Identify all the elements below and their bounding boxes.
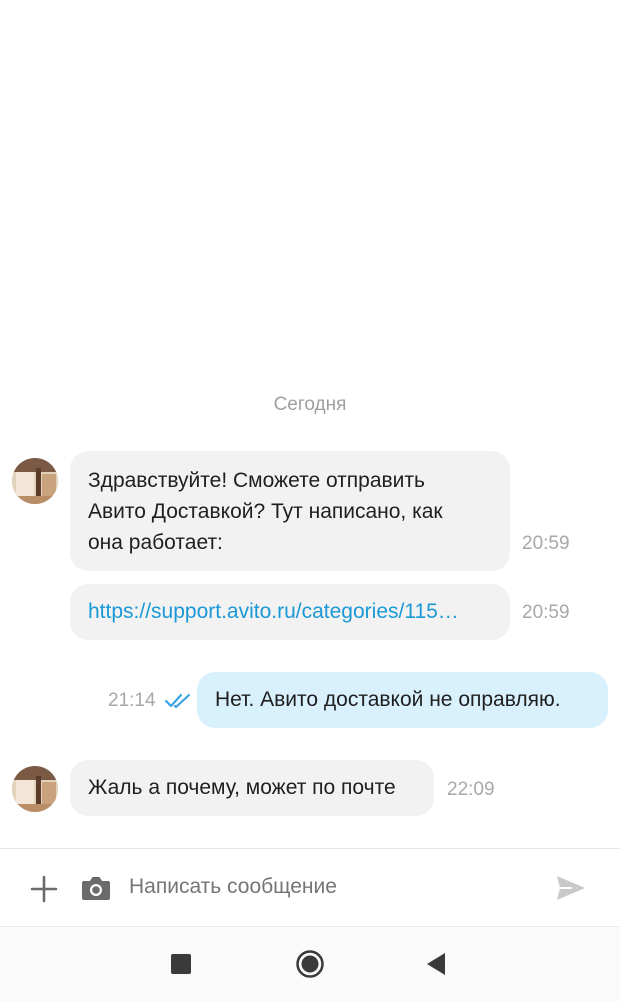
message-time: 21:14 <box>108 690 156 711</box>
message-time: 20:59 <box>522 602 570 623</box>
message-text-line: Авито Доставкой? Тут написано, как <box>88 500 443 523</box>
message-text-line: Здравствуйте! Сможете отправить <box>88 469 425 492</box>
support-link[interactable]: https://support.avito.ru/categories/115… <box>88 596 492 627</box>
back-triangle-icon[interactable] <box>426 952 446 976</box>
message-text: Нет. Авито доставкой не оправляю. <box>215 688 561 711</box>
send-icon[interactable] <box>556 875 586 901</box>
message-bubble-outgoing[interactable]: Нет. Авито доставкой не оправляю. <box>197 672 608 728</box>
system-navigation-bar <box>0 926 620 1001</box>
read-checkmarks-icon <box>164 693 191 709</box>
message-time: 22:09 <box>447 779 495 800</box>
plus-icon[interactable] <box>30 875 58 903</box>
message-bubble-incoming[interactable]: Жаль а почему, может по почте <box>70 760 434 816</box>
chat-area: Сегодня Здравствуйте! Сможете отправить … <box>0 0 620 848</box>
message-input[interactable] <box>129 875 529 899</box>
date-separator: Сегодня <box>273 394 347 415</box>
message-time: 20:59 <box>522 533 570 554</box>
message-text-line: она работает: <box>88 531 223 554</box>
message-text: Жаль а почему, может по почте <box>88 776 396 799</box>
message-bubble-incoming: https://support.avito.ru/categories/115… <box>70 584 510 640</box>
avatar[interactable] <box>12 458 58 504</box>
camera-icon[interactable] <box>81 875 111 901</box>
home-circle-icon[interactable] <box>296 950 324 978</box>
message-composer <box>0 848 620 927</box>
message-bubble-incoming[interactable]: Здравствуйте! Сможете отправить Авито До… <box>70 451 510 571</box>
recents-square-icon[interactable] <box>171 954 191 974</box>
avatar[interactable] <box>12 766 58 812</box>
